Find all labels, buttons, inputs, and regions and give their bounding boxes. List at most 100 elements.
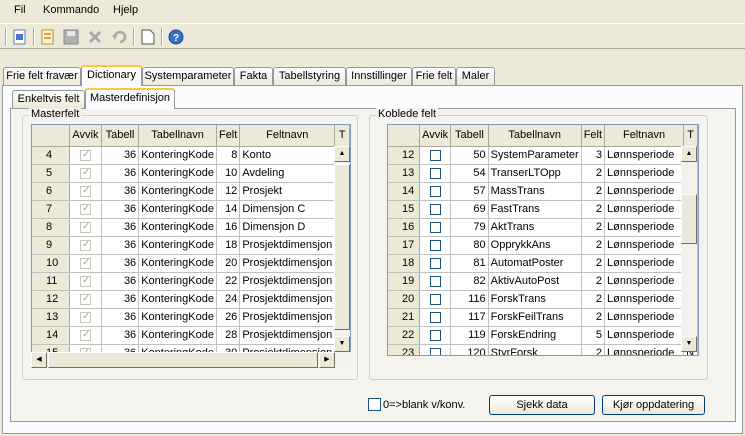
koblede-felt-grid[interactable]: Avvik Tabell Tabellnavn Felt Feltnavn T …: [387, 124, 699, 356]
avvik-checkbox[interactable]: [429, 347, 441, 355]
avvik-checkbox[interactable]: [429, 293, 441, 305]
column-header-t[interactable]: T: [334, 125, 350, 147]
avvik-checkbox[interactable]: [429, 311, 441, 323]
feltnavn-cell[interactable]: Lønnsperiode: [604, 254, 685, 273]
column-header-felt[interactable]: Felt: [216, 125, 241, 147]
row-number[interactable]: 16: [388, 218, 421, 237]
avvik-checkbox[interactable]: [429, 203, 441, 215]
feltnavn-cell[interactable]: Prosjektdimensjon: [239, 236, 336, 255]
avvik-checkbox[interactable]: [429, 329, 441, 341]
scroll-down-icon[interactable]: ▼: [681, 336, 697, 352]
tab-frie-felt-fravaer[interactable]: Frie felt fravær: [3, 67, 81, 85]
feltnavn-cell[interactable]: Lønnsperiode: [604, 344, 685, 355]
tabellnavn-cell[interactable]: KonteringKode: [138, 218, 217, 237]
tabell-cell[interactable]: 119: [450, 326, 489, 345]
sjekk-data-button[interactable]: Sjekk data: [489, 395, 595, 415]
row-number[interactable]: 4: [32, 146, 71, 165]
masterfelt-grid[interactable]: Avvik Tabell Tabellnavn Felt Feltnavn T …: [31, 124, 351, 356]
tab-fakta[interactable]: Fakta: [234, 67, 273, 85]
avvik-checkbox[interactable]: [429, 167, 441, 179]
blank-page-icon[interactable]: [139, 28, 157, 46]
table-row[interactable]: 1354TranserLTOpp2LønnsperiodeN: [388, 164, 698, 183]
tabell-cell[interactable]: 36: [101, 254, 140, 273]
avvik-cell[interactable]: [419, 236, 452, 255]
avvik-cell[interactable]: ✓: [69, 200, 102, 219]
feltnavn-cell[interactable]: Lønnsperiode: [604, 326, 685, 345]
row-number[interactable]: 20: [388, 290, 421, 309]
avvik-cell[interactable]: [419, 218, 452, 237]
tabellnavn-cell[interactable]: AutomatPoster: [488, 254, 582, 273]
felt-cell[interactable]: 2: [581, 308, 606, 327]
column-header-avvik[interactable]: Avvik: [419, 125, 452, 147]
table-row[interactable]: 8✓36KonteringKode16Dimensjon DAl: [32, 218, 350, 237]
avvik-cell[interactable]: ✓: [69, 308, 102, 327]
avvik-cell[interactable]: ✓: [69, 236, 102, 255]
row-number[interactable]: 23: [388, 344, 421, 355]
tab-masterdefinisjon[interactable]: Masterdefinisjon: [85, 88, 175, 109]
avvik-checkbox[interactable]: ✓: [79, 275, 91, 287]
tab-dictionary[interactable]: Dictionary: [81, 65, 142, 86]
column-header-tabellnavn[interactable]: Tabellnavn: [488, 125, 582, 147]
avvik-cell[interactable]: [419, 182, 452, 201]
column-header-t[interactable]: T: [683, 125, 698, 147]
table-row[interactable]: 22119ForskEndring5LønnsperiodeN: [388, 326, 698, 345]
feltnavn-cell[interactable]: Lønnsperiode: [604, 236, 685, 255]
column-header-feltnavn[interactable]: Feltnavn: [239, 125, 336, 147]
row-number[interactable]: 9: [32, 236, 71, 255]
row-number[interactable]: 21: [388, 308, 421, 327]
tabell-cell[interactable]: 36: [101, 326, 140, 345]
feltnavn-cell[interactable]: Lønnsperiode: [604, 308, 685, 327]
tab-maler[interactable]: Maler: [456, 67, 495, 85]
tabell-cell[interactable]: 36: [101, 308, 140, 327]
tabell-cell[interactable]: 36: [101, 218, 140, 237]
tabellnavn-cell[interactable]: KonteringKode: [138, 164, 217, 183]
avvik-cell[interactable]: ✓: [69, 164, 102, 183]
blank-conversion-checkbox[interactable]: [368, 398, 381, 411]
felt-cell[interactable]: 12: [216, 182, 241, 201]
scroll-up-icon[interactable]: ▲: [681, 146, 697, 162]
kjor-oppdatering-button[interactable]: Kjør oppdatering: [602, 395, 705, 415]
tab-innstillinger[interactable]: Innstillinger: [346, 67, 412, 85]
felt-cell[interactable]: 20: [216, 254, 241, 273]
tabell-cell[interactable]: 36: [101, 272, 140, 291]
row-number[interactable]: 15: [388, 200, 421, 219]
avvik-cell[interactable]: ✓: [69, 146, 102, 165]
tabellnavn-cell[interactable]: OpprykkAns: [488, 236, 582, 255]
avvik-cell[interactable]: [419, 326, 452, 345]
table-row[interactable]: 1679AktTrans2LønnsperiodeN: [388, 218, 698, 237]
felt-cell[interactable]: 2: [581, 218, 606, 237]
tabellnavn-cell[interactable]: MassTrans: [488, 182, 582, 201]
help-icon[interactable]: ?: [167, 28, 185, 46]
felt-cell[interactable]: 26: [216, 308, 241, 327]
tabellnavn-cell[interactable]: AktivAutoPost: [488, 272, 582, 291]
tabellnavn-cell[interactable]: ForskTrans: [488, 290, 582, 309]
column-header-feltnavn[interactable]: Feltnavn: [604, 125, 685, 147]
open-icon[interactable]: [39, 28, 57, 46]
avvik-checkbox[interactable]: ✓: [79, 329, 91, 341]
table-row[interactable]: 21117ForskFeilTrans2LønnsperiodeN: [388, 308, 698, 327]
scroll-right-icon[interactable]: ▶: [319, 352, 335, 368]
table-row[interactable]: 1250SystemParameter3LønnsperiodeN: [388, 146, 698, 165]
feltnavn-cell[interactable]: Prosjekt: [239, 182, 336, 201]
felt-cell[interactable]: 2: [581, 344, 606, 355]
tabellnavn-cell[interactable]: StyrForsk: [488, 344, 582, 355]
tabell-cell[interactable]: 82: [450, 272, 489, 291]
felt-cell[interactable]: 24: [216, 290, 241, 309]
table-row[interactable]: 13✓36KonteringKode26ProsjektdimensjonAl: [32, 308, 350, 327]
avvik-checkbox[interactable]: ✓: [79, 311, 91, 323]
tabellnavn-cell[interactable]: KonteringKode: [138, 200, 217, 219]
scroll-thumb[interactable]: [334, 164, 350, 330]
tabell-cell[interactable]: 36: [101, 236, 140, 255]
feltnavn-cell[interactable]: Avdeling: [239, 164, 336, 183]
row-number[interactable]: 6: [32, 182, 71, 201]
felt-cell[interactable]: 5: [581, 326, 606, 345]
tabell-cell[interactable]: 36: [101, 182, 140, 201]
column-header-tabell[interactable]: Tabell: [101, 125, 140, 147]
tabellnavn-cell[interactable]: KonteringKode: [138, 272, 217, 291]
avvik-checkbox[interactable]: ✓: [79, 167, 91, 179]
tabellnavn-cell[interactable]: AktTrans: [488, 218, 582, 237]
felt-cell[interactable]: 8: [216, 146, 241, 165]
menu-fil[interactable]: Fil: [14, 4, 26, 16]
tabell-cell[interactable]: 116: [450, 290, 489, 309]
scroll-down-icon[interactable]: ▼: [334, 336, 350, 352]
